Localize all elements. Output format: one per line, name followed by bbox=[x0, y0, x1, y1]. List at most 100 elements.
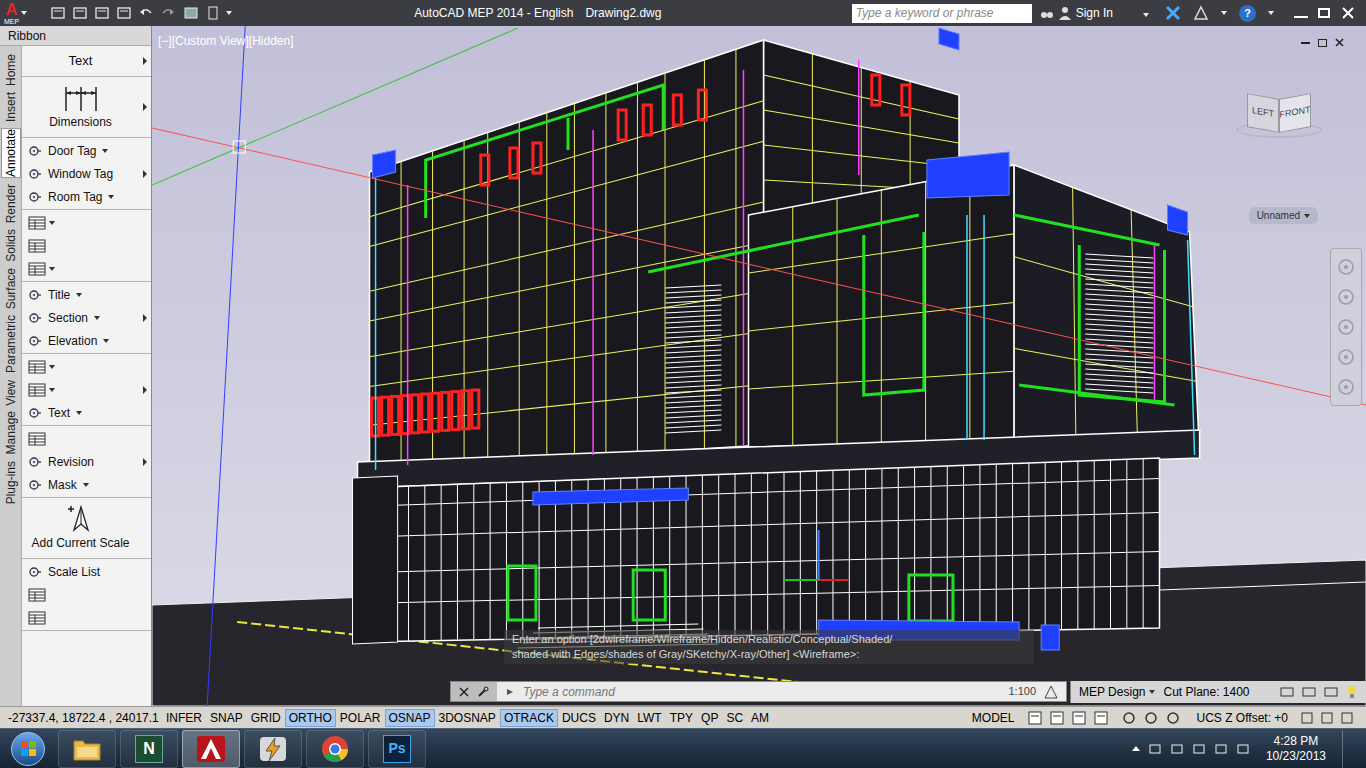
drafting-toggle[interactable]: AM bbox=[747, 709, 773, 727]
ribbon-large-button[interactable]: .Add Current Scale bbox=[28, 501, 145, 555]
restore-icon[interactable] bbox=[1318, 39, 1327, 47]
taskbar-app[interactable] bbox=[182, 730, 240, 768]
dropdown-icon[interactable] bbox=[49, 267, 55, 271]
app-menu-button[interactable]: AMEP bbox=[0, 0, 42, 26]
close-icon[interactable] bbox=[1335, 38, 1344, 47]
tray-icon[interactable] bbox=[1148, 742, 1162, 756]
start-button[interactable] bbox=[0, 729, 56, 768]
named-view-menu[interactable]: Unnamed bbox=[1249, 207, 1318, 224]
drawing-viewport[interactable]: [−][Custom View][Hidden]LEFTFRONTUnnamed… bbox=[152, 26, 1366, 706]
ucs-offset[interactable]: UCS Z Offset: +0 bbox=[1189, 709, 1296, 727]
ribbon-tab[interactable]: Home bbox=[1, 54, 21, 86]
quick-access-icon[interactable] bbox=[72, 6, 88, 20]
ribbon-icon-button[interactable] bbox=[28, 380, 145, 399]
layout-icon[interactable] bbox=[1093, 711, 1109, 725]
layout-icon[interactable] bbox=[1027, 711, 1043, 725]
layout-icon[interactable] bbox=[1071, 711, 1087, 725]
status-tool-icon[interactable] bbox=[1165, 711, 1181, 725]
taskbar-app[interactable]: N bbox=[120, 730, 178, 768]
ribbon-tab[interactable]: Surface bbox=[1, 268, 21, 309]
expand-icon[interactable] bbox=[143, 103, 147, 111]
drafting-toggle[interactable]: OTRACK bbox=[500, 709, 558, 727]
drafting-toggle[interactable]: ORTHO bbox=[285, 709, 336, 727]
wrench-icon[interactable] bbox=[477, 686, 489, 698]
ribbon-icon-button[interactable] bbox=[28, 608, 145, 627]
show-hidden-icons-icon[interactable] bbox=[1132, 746, 1140, 751]
command-input[interactable]: Type a command1:100 bbox=[497, 682, 1066, 701]
ribbon-button[interactable]: Text bbox=[28, 403, 145, 422]
restore-icon[interactable] bbox=[1318, 8, 1330, 18]
tray-icon[interactable] bbox=[1170, 742, 1184, 756]
ribbon-large-button[interactable]: Dimensions bbox=[28, 80, 145, 134]
tray-icon[interactable] bbox=[1236, 742, 1250, 756]
ribbon-button[interactable]: Door Tag bbox=[28, 141, 145, 160]
clock[interactable]: 4:28 PM10/23/2013 bbox=[1258, 734, 1334, 764]
undo-icon[interactable] bbox=[138, 6, 154, 20]
ribbon-button[interactable]: Title bbox=[28, 285, 145, 304]
status-tool-icon[interactable] bbox=[1143, 711, 1159, 725]
viewcube-front-face[interactable]: FRONT bbox=[1279, 93, 1311, 133]
ribbon-panel-header[interactable]: Text bbox=[28, 49, 145, 73]
dropdown-icon[interactable] bbox=[49, 365, 55, 369]
dropdown-icon[interactable] bbox=[226, 11, 232, 15]
dropdown-icon[interactable] bbox=[49, 221, 55, 225]
drafting-toggle[interactable]: DUCS bbox=[558, 709, 600, 727]
taskbar-app[interactable]: Ps bbox=[368, 730, 426, 768]
dropdown-icon[interactable] bbox=[49, 388, 55, 392]
properties-icon[interactable] bbox=[206, 6, 220, 20]
drafting-toggle[interactable]: QP bbox=[697, 709, 722, 727]
workspace-icon[interactable] bbox=[182, 6, 200, 20]
taskbar-app[interactable] bbox=[244, 730, 302, 768]
ribbon-icon-button[interactable] bbox=[28, 585, 145, 604]
minimize-icon[interactable] bbox=[1301, 42, 1310, 44]
model-space-canvas[interactable] bbox=[152, 26, 1366, 706]
navigation-tool-icon[interactable] bbox=[1336, 287, 1356, 307]
navigation-tool-icon[interactable] bbox=[1336, 317, 1356, 337]
status-tray-icon[interactable] bbox=[1340, 711, 1354, 725]
tray-icon[interactable] bbox=[1214, 742, 1228, 756]
sign-in[interactable]: Sign In bbox=[1076, 4, 1113, 22]
ribbon-tab[interactable]: Solids bbox=[1, 229, 21, 262]
drafting-toggle[interactable]: GRID bbox=[247, 709, 285, 727]
quick-access-icon[interactable] bbox=[50, 6, 66, 20]
ribbon-tab[interactable]: Insert bbox=[1, 92, 21, 122]
ribbon-icon-button[interactable] bbox=[28, 259, 145, 278]
expand-icon[interactable] bbox=[143, 170, 147, 178]
ribbon-icon-button[interactable] bbox=[28, 213, 145, 232]
coordinates[interactable]: -27337.4, 18722.4 , 24017.1 bbox=[0, 709, 162, 727]
dropdown-icon[interactable] bbox=[1221, 11, 1227, 15]
drafting-toggle[interactable]: OSNAP bbox=[385, 709, 435, 727]
drafting-toggle[interactable]: LWT bbox=[633, 709, 665, 727]
minimize-icon[interactable] bbox=[1294, 16, 1308, 18]
taskbar-app[interactable] bbox=[58, 730, 116, 768]
ribbon-button[interactable]: Elevation bbox=[28, 331, 145, 350]
status-tray-icon[interactable] bbox=[1320, 711, 1334, 725]
drafting-toggle[interactable]: INFER bbox=[162, 709, 206, 727]
drafting-toggle[interactable]: 3DOSNAP bbox=[435, 709, 500, 727]
viewcube[interactable]: LEFTFRONT bbox=[1236, 96, 1322, 138]
drafting-toggle[interactable]: POLAR bbox=[336, 709, 385, 727]
close-icon[interactable] bbox=[459, 687, 469, 697]
a360-icon[interactable] bbox=[1193, 5, 1209, 21]
exchange-icon[interactable] bbox=[1165, 5, 1181, 21]
ribbon-button[interactable]: Section bbox=[28, 308, 145, 327]
lightbulb-icon[interactable] bbox=[1346, 685, 1358, 699]
close-icon[interactable] bbox=[1340, 6, 1356, 20]
redo-icon[interactable] bbox=[160, 6, 176, 20]
quick-access-icon[interactable] bbox=[94, 6, 110, 20]
expand-icon[interactable] bbox=[143, 57, 147, 65]
search-box[interactable]: Type a keyword or phrase bbox=[852, 4, 1032, 23]
ribbon-icon-button[interactable] bbox=[28, 429, 145, 448]
cut-plane[interactable]: Cut Plane: 1400 bbox=[1163, 683, 1249, 701]
annotation-scale[interactable]: 1:100 bbox=[1008, 683, 1036, 700]
drafting-toggle[interactable]: SC bbox=[722, 709, 747, 727]
ribbon-tab[interactable]: Manage bbox=[1, 411, 21, 454]
ribbon-tab[interactable]: Render bbox=[1, 184, 21, 223]
dropdown-icon[interactable] bbox=[103, 339, 109, 343]
drafting-toggle[interactable]: SNAP bbox=[206, 709, 247, 727]
annotation-visibility-icon[interactable] bbox=[1044, 685, 1058, 699]
show-desktop-button[interactable] bbox=[1342, 730, 1354, 768]
ribbon-tab[interactable]: Annotate bbox=[1, 128, 21, 178]
dropdown-icon[interactable] bbox=[108, 195, 114, 199]
workspace-tool-icon[interactable] bbox=[1302, 685, 1316, 699]
